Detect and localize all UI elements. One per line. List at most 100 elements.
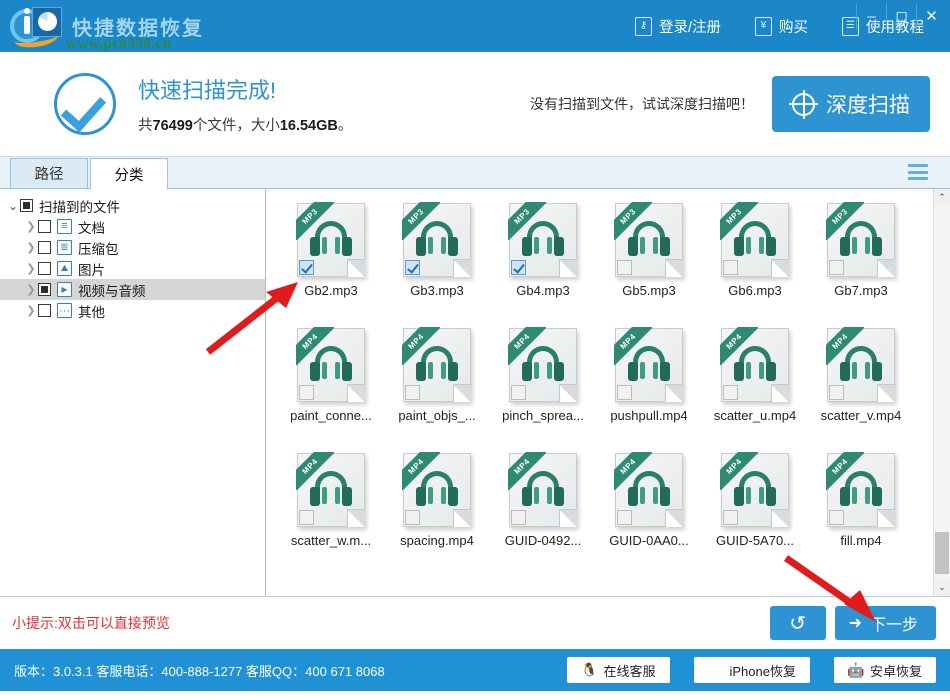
iphone-recovery-label: iPhone恢复 [729,663,796,679]
back-button[interactable]: ↺ [769,606,826,640]
file-item[interactable]: MP4 scatter_u.mp4 [702,327,808,453]
file-checkbox[interactable] [829,385,844,400]
chevron-down-icon[interactable]: ⌄ [6,199,20,213]
file-checkbox[interactable] [405,260,420,275]
video-audio-checkbox[interactable] [38,283,51,296]
file-item[interactable]: MP3 Gb7.mp3 [808,202,914,328]
file-checkbox[interactable] [829,510,844,525]
title-bar: 快捷数据恢复 www.pc0359.cn ⚷ 登录/注册 ¥ 购买 ☰ 使用教程… [0,0,950,52]
file-name: pinch_sprea... [502,408,584,423]
nav-login-register[interactable]: ⚷ 登录/注册 [634,16,721,37]
file-item[interactable]: MP4 spacing.mp4 [384,452,490,578]
summary-prefix: 共 [138,118,153,134]
file-item[interactable]: MP4 GUID-5A70... [702,452,808,578]
summary-suffix: 。 [337,118,353,134]
workspace: ⌄ 扫描到的文件 ❯ 文档 ❯ 压缩包 ❯ 图片 ❯ 视频与音频 [0,189,950,597]
images-checkbox[interactable] [38,262,51,275]
tab-category[interactable]: 分类 [90,158,168,189]
nav-purchase[interactable]: ¥ 购买 [755,16,808,37]
file-checkbox[interactable] [723,260,738,275]
file-item[interactable]: MP3 Gb6.mp3 [702,202,808,328]
chevron-right-icon[interactable]: ❯ [24,241,38,254]
file-checkbox[interactable] [405,510,420,525]
scroll-up-button[interactable]: ⌃ [933,189,950,206]
file-checkbox[interactable] [511,385,526,400]
online-support-button[interactable]: 🐧 在线客服 [567,657,670,683]
tree-item-images[interactable]: ❯ 图片 [0,258,265,279]
minimize-button[interactable]: – [856,3,886,29]
file-name: scatter_v.mp4 [820,408,902,423]
file-item[interactable]: MP4 pinch_sprea... [490,327,596,453]
file-checkbox[interactable] [511,510,526,525]
headphones-icon [734,346,776,382]
version-info: 版本：3.0.3.1 客服电话：400-888-1277 客服QQ：400 67… [14,663,385,679]
documents-checkbox[interactable] [38,220,51,233]
file-item[interactable]: MP4 scatter_v.mp4 [808,327,914,453]
close-button[interactable]: ✕ [916,3,946,29]
file-name: Gb5.mp3 [622,283,676,298]
tree-item-others[interactable]: ❯ 其他 [0,300,265,321]
file-checkbox[interactable] [723,385,738,400]
file-checkbox[interactable] [299,510,314,525]
file-type-icon: MP3 [402,202,471,277]
file-item[interactable]: MP4 GUID-0AA0... [596,452,702,578]
file-name: scatter_w.m... [290,533,372,548]
file-item[interactable]: MP3 Gb2.mp3 [278,202,384,328]
next-step-label: 下一步 [869,617,918,634]
file-item[interactable]: MP4 scatter_w.m... [278,452,384,578]
file-checkbox[interactable] [617,510,632,525]
file-checkbox[interactable] [617,260,632,275]
chevron-right-icon[interactable]: ❯ [24,220,38,233]
headphones-icon [310,221,352,257]
chevron-right-icon[interactable]: ❯ [24,262,38,275]
headphones-icon [416,221,458,257]
file-item[interactable]: MP3 Gb3.mp3 [384,202,490,328]
file-item[interactable]: MP3 Gb5.mp3 [596,202,702,328]
hamburger-icon[interactable] [908,164,928,180]
file-grid-scrollbar[interactable]: ⌃ ⌄ [933,189,950,596]
file-checkbox[interactable] [299,385,314,400]
file-name: paint_conne... [290,408,372,423]
file-type-icon: MP4 [826,452,895,527]
file-checkbox[interactable] [617,385,632,400]
file-item[interactable]: MP4 paint_objs_... [384,327,490,453]
root-checkbox[interactable] [20,199,33,212]
headphones-icon [840,346,882,382]
android-recovery-button[interactable]: 🤖 安卓恢复 [833,657,936,683]
scrollbar-thumb[interactable] [935,532,949,574]
file-item[interactable]: MP4 GUID-0492... [490,452,596,578]
archives-checkbox[interactable] [38,241,51,254]
file-grid-pane: MP3 Gb2.mp3 MP3 Gb3.mp3 MP3 Gb4.mp3 MP3 Gb5.mp3… [266,189,950,596]
file-checkbox[interactable] [299,260,314,275]
headphones-icon [310,346,352,382]
tab-path[interactable]: 路径 [10,158,88,188]
next-step-button[interactable]: ➜ 下一步 [834,606,936,640]
file-item[interactable]: MP4 pushpull.mp4 [596,327,702,453]
file-item[interactable]: MP3 Gb4.mp3 [490,202,596,328]
tree-item-video-audio-label: 视频与音频 [78,283,146,299]
headphones-icon [416,346,458,382]
scroll-down-button[interactable]: ⌄ [933,579,950,596]
chevron-right-icon[interactable]: ❯ [24,283,38,296]
chevron-right-icon[interactable]: ❯ [24,304,38,317]
file-item[interactable]: MP4 fill.mp4 [808,452,914,578]
maximize-button[interactable]: ◻ [886,3,916,29]
video-icon [57,282,72,297]
file-checkbox[interactable] [723,510,738,525]
headphones-icon [416,471,458,507]
others-checkbox[interactable] [38,304,51,317]
target-icon [789,89,818,119]
file-type-icon: MP4 [720,327,789,402]
file-checkbox[interactable] [511,260,526,275]
tree-item-root[interactable]: ⌄ 扫描到的文件 [0,195,265,216]
check-circle-icon [54,73,116,135]
iphone-recovery-button[interactable]: iPhone恢复 [693,657,810,683]
file-item[interactable]: MP4 paint_conne... [278,327,384,453]
tree-item-video-audio[interactable]: ❯ 视频与音频 [0,279,265,300]
deep-scan-button[interactable]: 深度扫描 [772,76,930,132]
file-type-icon: MP4 [826,327,895,402]
tree-item-documents[interactable]: ❯ 文档 [0,216,265,237]
tree-item-archives[interactable]: ❯ 压缩包 [0,237,265,258]
file-checkbox[interactable] [829,260,844,275]
file-checkbox[interactable] [405,385,420,400]
